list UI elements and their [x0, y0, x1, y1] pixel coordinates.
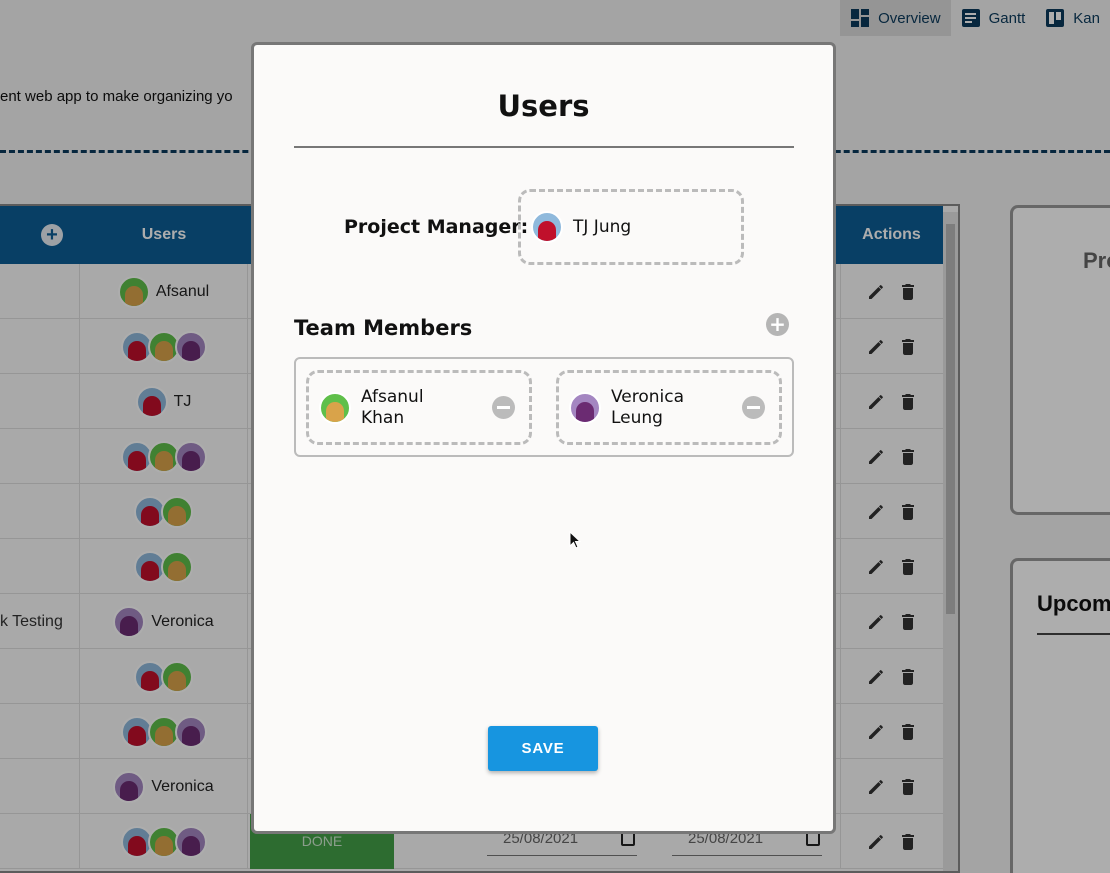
member-card-afsanul[interactable]: Afsanul Khan [306, 370, 532, 445]
avatar [319, 391, 351, 424]
modal-divider [294, 146, 794, 148]
member-card-veronica[interactable]: Veronica Leung [556, 370, 782, 445]
add-member-icon[interactable]: + [766, 313, 789, 336]
save-button[interactable]: SAVE [488, 726, 598, 771]
remove-member-icon[interactable] [492, 396, 515, 419]
mouse-cursor-icon [569, 531, 582, 549]
avatar [569, 391, 601, 424]
team-members-list: Afsanul Khan Veronica Leung [294, 357, 794, 457]
users-modal: Users Project Manager: TJ Jung Team Memb… [251, 42, 836, 834]
member-name: Afsanul Khan [361, 386, 424, 428]
project-manager-card[interactable]: TJ Jung [518, 189, 744, 265]
member-name: Veronica Leung [611, 386, 685, 428]
project-manager-name: TJ Jung [573, 217, 632, 237]
team-members-label: Team Members [294, 316, 473, 340]
modal-title: Users [497, 89, 590, 123]
remove-member-icon[interactable] [742, 396, 765, 419]
project-manager-label: Project Manager: [344, 216, 529, 238]
avatar [531, 211, 563, 243]
